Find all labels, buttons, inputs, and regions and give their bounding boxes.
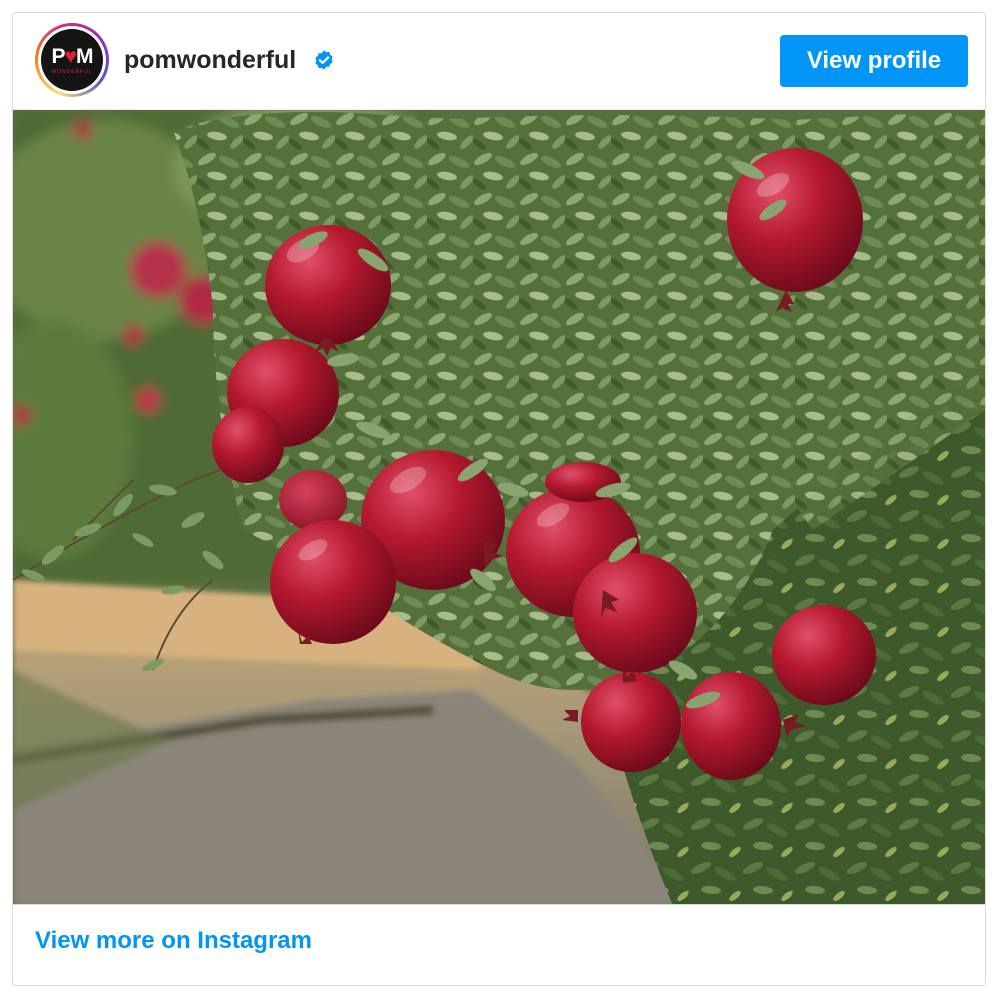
pomegranate-tree-photo xyxy=(13,110,985,904)
pom-logo: P♥M WONDERFUL xyxy=(41,29,103,91)
heart-icon: ♥ xyxy=(64,44,78,68)
username[interactable]: pomwonderful xyxy=(124,46,296,75)
view-profile-button[interactable]: View profile xyxy=(780,35,968,87)
avatar[interactable]: P♥M WONDERFUL xyxy=(35,23,109,97)
instagram-embed-card: P♥M WONDERFUL pomwonderful View profile xyxy=(12,12,986,986)
post-photo[interactable] xyxy=(13,109,985,905)
post-header: P♥M WONDERFUL pomwonderful View profile xyxy=(13,13,985,109)
post-footer: View more on Instagram xyxy=(13,905,985,985)
view-more-on-instagram-link[interactable]: View more on Instagram xyxy=(35,927,312,955)
verified-badge-icon xyxy=(315,50,333,70)
